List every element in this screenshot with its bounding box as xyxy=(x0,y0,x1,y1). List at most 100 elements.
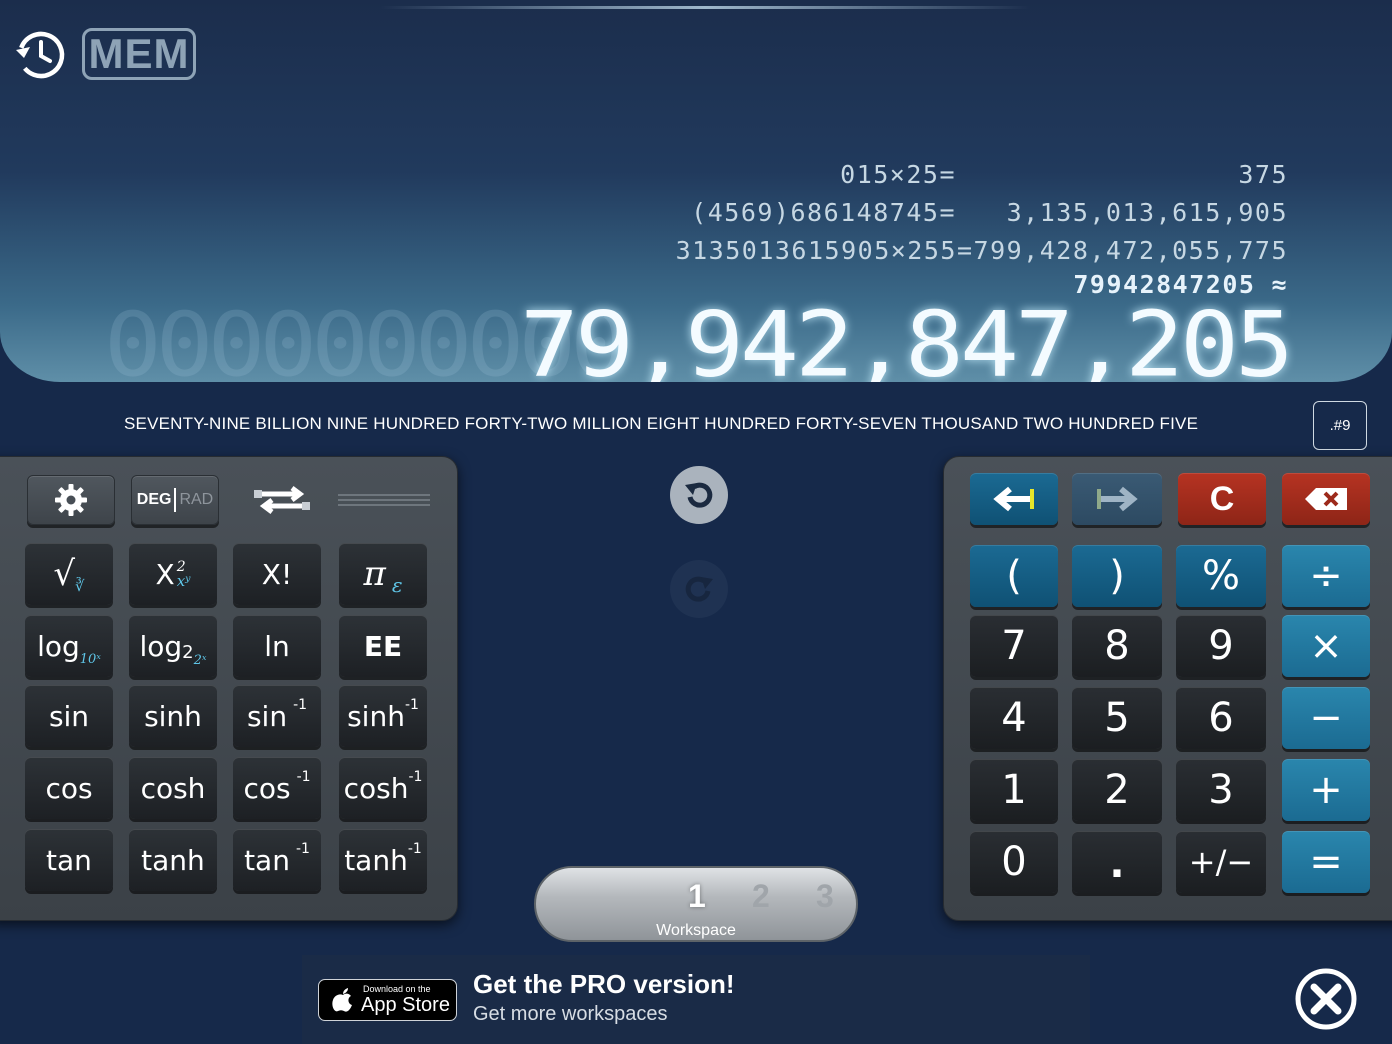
promo-title: Get the PRO version! xyxy=(473,969,735,999)
digit-label: 2 xyxy=(1104,767,1130,813)
multiply-label: × xyxy=(1309,623,1343,669)
divide-key[interactable]: ÷ xyxy=(1282,545,1370,607)
digit-label: 4 xyxy=(1001,695,1027,741)
left-paren-key[interactable]: ( xyxy=(970,545,1058,607)
square-key[interactable]: X 2 xʸ xyxy=(129,543,217,605)
left-paren-label: ( xyxy=(1006,553,1022,599)
settings-button[interactable] xyxy=(27,475,115,525)
digit-label: 9 xyxy=(1208,623,1234,669)
cbrt-symbol: ∛ xyxy=(75,577,85,595)
inverse-sup: -1 xyxy=(404,697,419,713)
deg-rad-divider xyxy=(174,488,177,512)
digit-3-key[interactable]: 3 xyxy=(1176,759,1266,821)
app-store-badge[interactable]: Download on the App Store xyxy=(318,979,457,1021)
scientific-keypad: DEG RAD √ ∛ X 2 xʸ X! πε log 10ˣ log 2 2… xyxy=(0,456,458,921)
inverse-sup: -1 xyxy=(296,769,311,785)
sin-key[interactable]: sin xyxy=(25,685,113,747)
badge-small-text: Download on the xyxy=(363,984,431,994)
digit-label: 3 xyxy=(1208,767,1234,813)
main-result-value: 79,942,847,205 xyxy=(519,292,1294,382)
digit-6-key[interactable]: 6 xyxy=(1176,687,1266,749)
workspace-label: Workspace xyxy=(656,922,736,939)
redo-button[interactable] xyxy=(670,560,728,618)
negate-label: +/− xyxy=(1188,843,1254,881)
digit-1-key[interactable]: 1 xyxy=(970,759,1058,821)
right-paren-key[interactable]: ) xyxy=(1072,545,1162,607)
digit-4-key[interactable]: 4 xyxy=(970,687,1058,749)
decimal-key[interactable]: . xyxy=(1072,831,1162,893)
cosh-key[interactable]: cosh xyxy=(129,757,217,819)
pi-key[interactable]: πε xyxy=(339,543,427,605)
clear-button[interactable]: C xyxy=(1178,473,1266,525)
acosh-label: cosh xyxy=(343,771,409,805)
inverse-sup: -1 xyxy=(408,769,423,785)
ee-label: EE xyxy=(363,629,403,663)
log-sub: 10ˣ xyxy=(79,651,101,667)
multiply-key[interactable]: × xyxy=(1282,615,1370,677)
format-button[interactable]: .#9 xyxy=(1313,401,1367,450)
memory-button[interactable]: MEM xyxy=(82,28,196,80)
promo-subtitle: Get more workspaces xyxy=(473,1003,668,1025)
factorial-label: X! xyxy=(261,557,293,591)
sinh-key[interactable]: sinh xyxy=(129,685,217,747)
digit-5-key[interactable]: 5 xyxy=(1072,687,1162,749)
log-key[interactable]: log 10ˣ xyxy=(25,615,113,677)
digit-8-key[interactable]: 8 xyxy=(1072,615,1162,677)
workspace-tab-2[interactable]: 2 xyxy=(752,878,770,915)
digit-label: 8 xyxy=(1104,623,1130,669)
workspace-tab-1[interactable]: 1 xyxy=(688,878,706,915)
acosh-key[interactable]: cosh -1 xyxy=(339,757,427,819)
cos-key[interactable]: cos xyxy=(25,757,113,819)
history-tape: 015×25= 375 (4569)686148745= 3,135,013,6… xyxy=(676,155,1288,269)
tan-key[interactable]: tan xyxy=(25,829,113,891)
asinh-key[interactable]: sinh -1 xyxy=(339,685,427,747)
menu-handle[interactable] xyxy=(337,485,431,515)
equals-key[interactable]: = xyxy=(1282,831,1370,893)
digit-7-key[interactable]: 7 xyxy=(970,615,1058,677)
atan-key[interactable]: tan -1 xyxy=(233,829,321,891)
tape-expression: 3135013615905×255= xyxy=(675,235,974,265)
backspace-button[interactable] xyxy=(1282,473,1370,525)
inverse-sup: -1 xyxy=(293,697,308,713)
asin-key[interactable]: sin -1 xyxy=(233,685,321,747)
close-icon xyxy=(1295,968,1357,1030)
ee-key[interactable]: EE xyxy=(339,615,427,677)
log2-key[interactable]: log 2 2ˣ xyxy=(129,615,217,677)
cursor-left-button[interactable] xyxy=(970,473,1058,525)
sqrt-symbol: √ xyxy=(53,554,76,594)
negate-key[interactable]: +/− xyxy=(1176,831,1266,893)
redo-icon xyxy=(685,576,713,602)
undo-icon xyxy=(685,482,713,508)
sqrt-key[interactable]: √ ∛ xyxy=(25,543,113,605)
tanh-key[interactable]: tanh xyxy=(129,829,217,891)
swap-arrows-icon xyxy=(254,486,310,514)
log2-base: 2 xyxy=(182,641,194,663)
cosh-label: cosh xyxy=(140,771,206,805)
percent-key[interactable]: % xyxy=(1176,545,1266,607)
digit-0-key[interactable]: 0 xyxy=(970,831,1058,893)
digit-2-key[interactable]: 2 xyxy=(1072,759,1162,821)
factorial-key[interactable]: X! xyxy=(233,543,321,605)
convert-button[interactable] xyxy=(241,475,323,525)
tape-row: 3135013615905×255= 799,428,472,055,775 xyxy=(676,231,1288,269)
minus-key[interactable]: − xyxy=(1282,687,1370,749)
inverse-sup: -1 xyxy=(407,841,422,857)
deg-label: DEG xyxy=(136,491,172,508)
ln-key[interactable]: ln xyxy=(233,615,321,677)
digit-label: 6 xyxy=(1208,695,1234,741)
atanh-key[interactable]: tanh -1 xyxy=(339,829,427,891)
cursor-right-button[interactable] xyxy=(1072,473,1162,525)
close-ad-button[interactable] xyxy=(1294,967,1358,1031)
tape-expression: 015×25= xyxy=(840,159,956,189)
asin-label: sin xyxy=(246,699,288,733)
badge-big-text: App Store xyxy=(361,994,450,1016)
acos-key[interactable]: cos -1 xyxy=(233,757,321,819)
deg-rad-toggle[interactable]: DEG RAD xyxy=(131,475,219,525)
undo-button[interactable] xyxy=(670,466,728,524)
digit-9-key[interactable]: 9 xyxy=(1176,615,1266,677)
plus-key[interactable]: + xyxy=(1282,759,1370,821)
history-icon[interactable] xyxy=(14,28,68,82)
plus-label: + xyxy=(1309,767,1343,813)
tape-result: 799,428,472,055,775 xyxy=(973,235,1288,265)
workspace-tab-3[interactable]: 3 xyxy=(816,878,834,915)
